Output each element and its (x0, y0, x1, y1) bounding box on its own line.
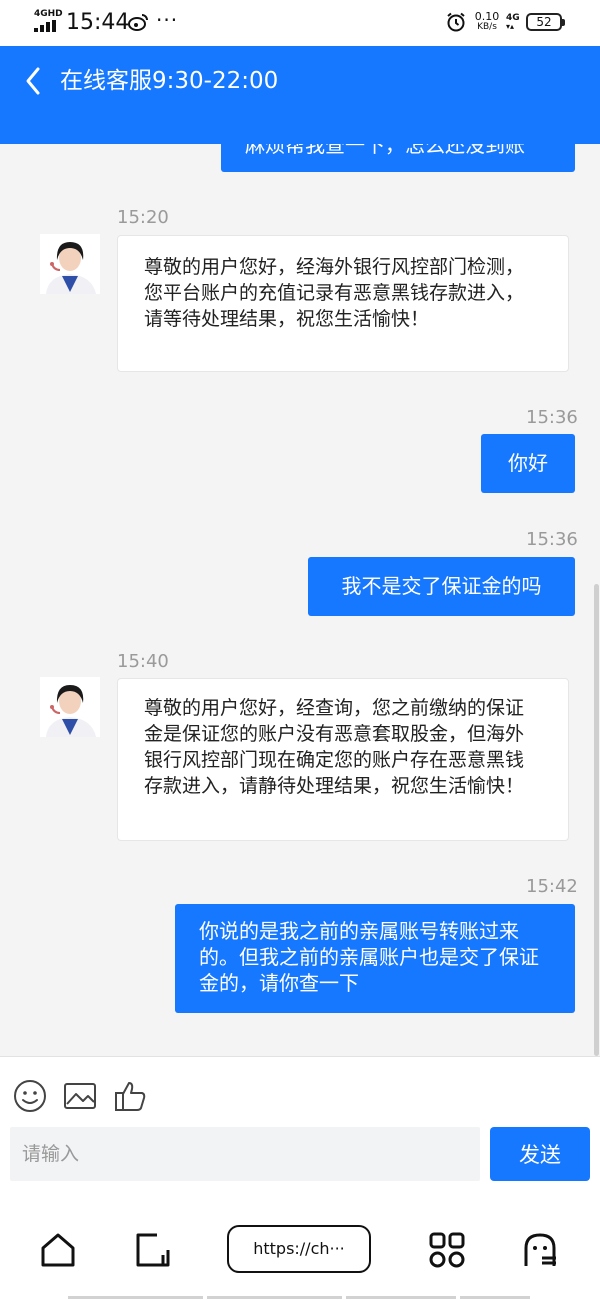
app-header: 在线客服9:30-22:00 (0, 46, 600, 144)
message-text: 你说的是我之前的亲属账号转账过来的。但我之前的亲属账户也是交了保证金的，请你查一… (199, 919, 539, 995)
clock: 15:44 (66, 10, 130, 35)
message-input[interactable] (10, 1127, 480, 1181)
apps-grid-icon[interactable] (427, 1230, 467, 1270)
message-timestamp: 15:42 (526, 876, 578, 897)
mobile-data-indicator: 4G ▾▴ (506, 13, 520, 31)
weibo-icon (128, 13, 148, 35)
message-bubble-outgoing: 麻烦帮我查一下，怎么还没到账 (221, 144, 575, 172)
battery-level: 52 (536, 15, 552, 29)
message-timestamp: 15:36 (526, 529, 578, 550)
data-arrows-icon: ▾▴ (506, 22, 515, 31)
chevron-left-icon (26, 67, 40, 95)
browser-toolbar: https://ch··· (0, 1192, 600, 1300)
address-bar[interactable]: https://ch··· (227, 1225, 371, 1273)
agent-avatar (40, 234, 100, 294)
send-button[interactable]: 发送 (490, 1127, 590, 1181)
network-indicator: 4GHD (34, 9, 63, 19)
emoji-icon[interactable] (13, 1079, 47, 1113)
message-timestamp: 15:20 (117, 207, 169, 228)
image-icon[interactable] (63, 1079, 97, 1113)
message-text: 尊敬的用户您好，经海外银行风控部门检测，您平台账户的充值记录有恶意黑钱存款进入，… (144, 256, 525, 330)
battery-icon: 52 (526, 13, 565, 31)
more-notifications-icon: ··· (156, 8, 179, 32)
message-timestamp: 15:36 (526, 407, 578, 428)
profile-menu-icon[interactable] (520, 1230, 560, 1270)
status-bar: 4GHD 15:44 ··· 0.10 KB/s 4G ▾▴ 52 (0, 0, 600, 46)
tabs-icon[interactable] (133, 1230, 173, 1270)
page-title: 在线客服9:30-22:00 (60, 68, 279, 94)
message-bubble-outgoing: 你说的是我之前的亲属账号转账过来的。但我之前的亲属账户也是交了保证金的，请你查一… (175, 904, 575, 1013)
chat-message-list[interactable]: 麻烦帮我查一下，怎么还没到账 15:20 尊敬的用户您好，经海外银行风控部门检测… (0, 144, 600, 1056)
alarm-icon (446, 12, 466, 32)
message-composer: 发送 (0, 1056, 600, 1192)
message-timestamp: 15:40 (117, 651, 169, 672)
message-text: 你好 (508, 451, 548, 475)
tab-indicator (460, 1296, 530, 1299)
message-bubble-incoming: 尊敬的用户您好，经海外银行风控部门检测，您平台账户的充值记录有恶意黑钱存款进入，… (117, 235, 569, 372)
tab-indicator (68, 1296, 203, 1299)
message-text: 我不是交了保证金的吗 (341, 574, 542, 598)
network-speed: 0.10 KB/s (474, 11, 500, 33)
message-text: 尊敬的用户您好，经查询，您之前缴纳的保证金是保证您的账户没有恶意套取股金，但海外… (144, 697, 525, 797)
home-icon[interactable] (38, 1230, 78, 1270)
message-bubble-outgoing: 你好 (481, 434, 575, 493)
message-text: 麻烦帮我查一下，怎么还没到账 (245, 144, 525, 157)
message-bubble-incoming: 尊敬的用户您好，经查询，您之前缴纳的保证金是保证您的账户没有恶意套取股金，但海外… (117, 678, 569, 841)
tab-indicator (346, 1296, 456, 1299)
message-bubble-outgoing: 我不是交了保证金的吗 (308, 557, 575, 616)
back-button[interactable] (20, 64, 50, 98)
tab-indicator (207, 1296, 342, 1299)
agent-avatar (40, 677, 100, 737)
network-speed-unit: KB/s (477, 22, 497, 32)
signal-icon (34, 20, 58, 32)
thumbs-up-icon[interactable] (113, 1079, 147, 1113)
chat-scrollbar[interactable] (594, 584, 599, 1056)
